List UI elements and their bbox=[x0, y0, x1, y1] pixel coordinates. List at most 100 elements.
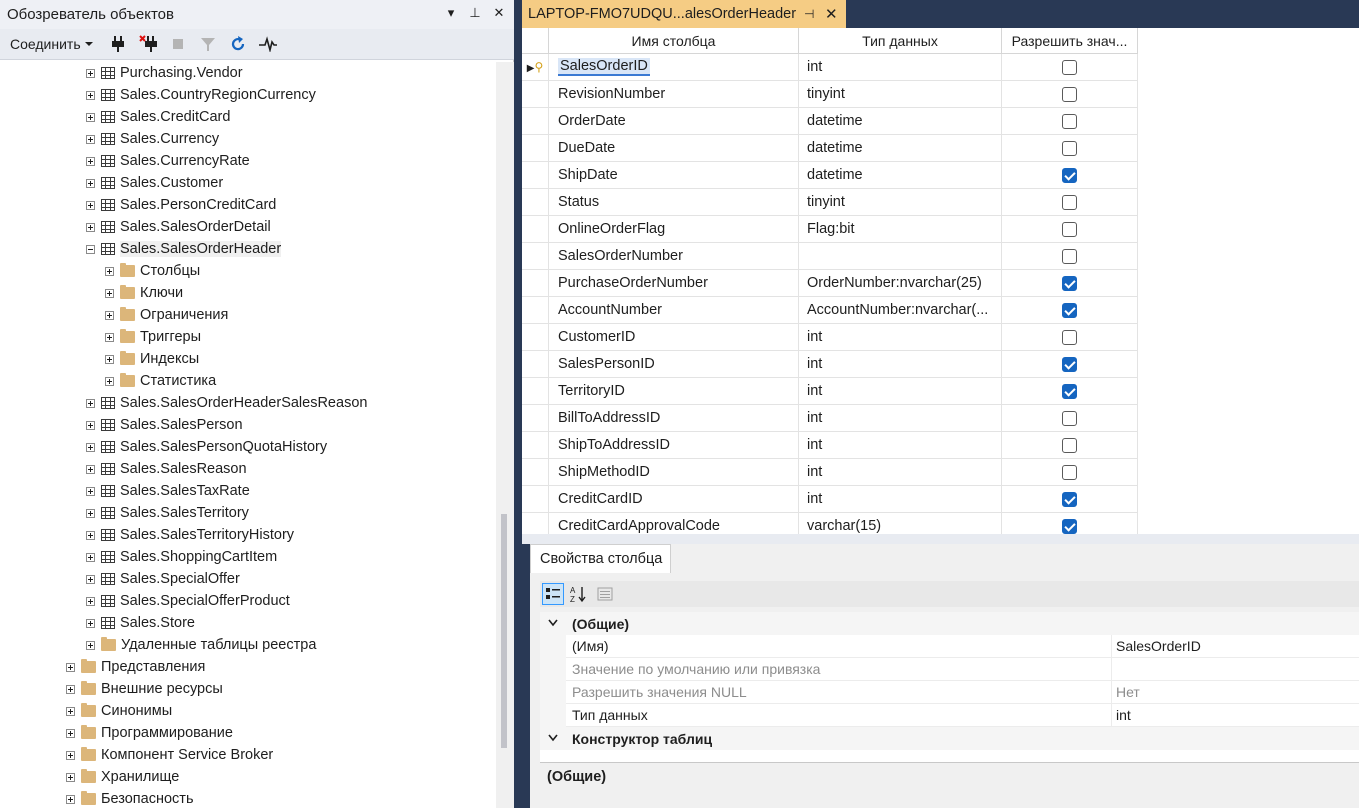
data-type-cell[interactable]: datetime bbox=[799, 162, 1002, 189]
table-row[interactable]: AccountNumber AccountNumber:nvarchar(... bbox=[522, 297, 1138, 324]
tree-node[interactable]: Безопасность bbox=[66, 788, 194, 808]
property-row[interactable]: Разрешить значения NULL Нет bbox=[540, 681, 1359, 704]
expand-icon[interactable] bbox=[86, 486, 95, 496]
property-value[interactable]: Нет bbox=[1112, 681, 1359, 704]
data-type-cell[interactable]: int bbox=[799, 324, 1002, 351]
tab-pin-icon[interactable]: ⊣ bbox=[804, 7, 814, 21]
data-type-cell[interactable]: varchar(15) bbox=[799, 513, 1002, 534]
expand-icon[interactable] bbox=[86, 552, 95, 562]
column-name-cell[interactable]: OrderDate bbox=[549, 108, 799, 135]
property-row[interactable]: (Имя) SalesOrderID bbox=[540, 635, 1359, 658]
tree-node[interactable]: Компонент Service Broker bbox=[66, 744, 273, 766]
dropdown-icon[interactable]: ▾ bbox=[442, 5, 460, 21]
row-selector[interactable] bbox=[522, 108, 549, 135]
tree-node[interactable]: Программирование bbox=[66, 722, 233, 744]
alphabetical-sort-icon[interactable]: AZ bbox=[568, 583, 590, 605]
table-row[interactable]: ShipDate datetime bbox=[522, 162, 1138, 189]
expand-icon[interactable] bbox=[105, 376, 114, 386]
expand-icon[interactable] bbox=[105, 332, 114, 342]
expand-icon[interactable] bbox=[105, 310, 114, 320]
expand-icon[interactable] bbox=[86, 420, 95, 430]
tree-node[interactable]: Внешние ресурсы bbox=[66, 678, 223, 700]
allow-nulls-checkbox[interactable] bbox=[1062, 491, 1077, 507]
data-type-cell[interactable]: int bbox=[799, 459, 1002, 486]
tree-node[interactable]: Sales.ShoppingCartItem bbox=[86, 546, 277, 568]
expand-icon[interactable] bbox=[86, 156, 95, 166]
row-selector[interactable] bbox=[522, 486, 549, 513]
allow-nulls-checkbox[interactable] bbox=[1062, 329, 1077, 345]
allow-nulls-checkbox[interactable] bbox=[1062, 302, 1077, 318]
tree-node[interactable]: Индексы bbox=[105, 348, 199, 370]
column-name-cell[interactable]: ShipMethodID bbox=[549, 459, 799, 486]
vertical-splitter[interactable] bbox=[515, 0, 522, 808]
property-value[interactable]: int bbox=[1112, 704, 1359, 727]
document-tab-salesorderheader[interactable]: LAPTOP-FMO7UDQU...alesOrderHeader ⊣ ✕ bbox=[522, 0, 846, 28]
allow-nulls-checkbox[interactable] bbox=[1062, 86, 1077, 102]
filter-icon[interactable] bbox=[199, 35, 217, 53]
allow-nulls-checkbox[interactable] bbox=[1062, 248, 1077, 264]
expand-icon[interactable] bbox=[86, 530, 95, 540]
table-row[interactable]: DueDate datetime bbox=[522, 135, 1138, 162]
allow-nulls-checkbox[interactable] bbox=[1062, 140, 1077, 156]
data-type-cell[interactable]: tinyint bbox=[799, 189, 1002, 216]
expand-icon[interactable] bbox=[86, 596, 95, 606]
tree-node[interactable]: Sales.SpecialOfferProduct bbox=[86, 590, 290, 612]
allow-nulls-checkbox[interactable] bbox=[1062, 518, 1077, 534]
table-row[interactable]: RevisionNumber tinyint bbox=[522, 81, 1138, 108]
tree-node[interactable]: Sales.PersonCreditCard bbox=[86, 194, 276, 216]
allow-nulls-checkbox[interactable] bbox=[1062, 167, 1077, 183]
data-type-header[interactable]: Тип данных bbox=[799, 28, 1002, 54]
tab-close-icon[interactable]: ✕ bbox=[825, 5, 838, 23]
table-row[interactable]: ▶⚲ SalesOrderID int bbox=[522, 54, 1138, 81]
expand-icon[interactable] bbox=[86, 398, 95, 408]
expand-icon[interactable] bbox=[86, 134, 95, 144]
tree-node[interactable]: Sales.Currency bbox=[86, 128, 219, 150]
allow-nulls-checkbox[interactable] bbox=[1062, 113, 1077, 129]
allow-nulls-checkbox[interactable] bbox=[1062, 464, 1077, 480]
table-row[interactable]: PurchaseOrderNumber OrderNumber:nvarchar(… bbox=[522, 270, 1138, 297]
row-selector[interactable] bbox=[522, 81, 549, 108]
allow-nulls-checkbox[interactable] bbox=[1062, 59, 1077, 75]
data-type-cell[interactable]: int bbox=[799, 486, 1002, 513]
table-row[interactable]: CreditCardID int bbox=[522, 486, 1138, 513]
close-icon[interactable]: ✕ bbox=[490, 5, 508, 21]
tree-node[interactable]: Sales.CountryRegionCurrency bbox=[86, 84, 316, 106]
table-row[interactable]: TerritoryID int bbox=[522, 378, 1138, 405]
allow-nulls-header[interactable]: Разрешить знач... bbox=[1002, 28, 1138, 54]
column-name-cell[interactable]: SalesOrderNumber bbox=[549, 243, 799, 270]
column-name-cell[interactable]: Status bbox=[549, 189, 799, 216]
tree-node[interactable]: Sales.SalesTerritoryHistory bbox=[86, 524, 294, 546]
property-value[interactable]: SalesOrderID bbox=[1112, 635, 1359, 658]
allow-nulls-checkbox[interactable] bbox=[1062, 356, 1077, 372]
column-name-cell[interactable]: SalesPersonID bbox=[549, 351, 799, 378]
expand-icon[interactable] bbox=[86, 464, 95, 474]
tree-node[interactable]: Триггеры bbox=[105, 326, 201, 348]
row-selector[interactable] bbox=[522, 270, 549, 297]
column-name-cell[interactable]: CreditCardApprovalCode bbox=[549, 513, 799, 534]
expand-icon[interactable] bbox=[86, 200, 95, 210]
allow-nulls-checkbox[interactable] bbox=[1062, 194, 1077, 210]
stop-icon[interactable] bbox=[169, 35, 187, 53]
data-type-cell[interactable]: datetime bbox=[799, 135, 1002, 162]
tree-node[interactable]: Ключи bbox=[105, 282, 183, 304]
column-name-cell[interactable]: OnlineOrderFlag bbox=[549, 216, 799, 243]
expand-icon[interactable] bbox=[66, 684, 75, 694]
tree-node[interactable]: Sales.SalesTaxRate bbox=[86, 480, 250, 502]
tree-node[interactable]: Синонимы bbox=[66, 700, 172, 722]
horizontal-splitter[interactable] bbox=[522, 534, 1359, 544]
row-selector[interactable] bbox=[522, 378, 549, 405]
tree-node[interactable]: Sales.SalesPersonQuotaHistory bbox=[86, 436, 327, 458]
table-row[interactable]: CreditCardApprovalCode varchar(15) bbox=[522, 513, 1138, 534]
expand-icon[interactable] bbox=[66, 794, 75, 804]
row-selector[interactable] bbox=[522, 243, 549, 270]
refresh-icon[interactable] bbox=[229, 35, 247, 53]
property-pages-icon[interactable] bbox=[594, 583, 616, 605]
row-selector[interactable] bbox=[522, 459, 549, 486]
disconnect-plug-icon[interactable] bbox=[138, 35, 157, 53]
expand-icon[interactable] bbox=[86, 222, 95, 232]
data-type-cell[interactable]: int bbox=[799, 378, 1002, 405]
allow-nulls-checkbox[interactable] bbox=[1062, 275, 1077, 291]
property-value[interactable] bbox=[1112, 658, 1359, 681]
table-row[interactable]: ShipToAddressID int bbox=[522, 432, 1138, 459]
tree-node[interactable]: Sales.SalesOrderDetail bbox=[86, 216, 271, 238]
